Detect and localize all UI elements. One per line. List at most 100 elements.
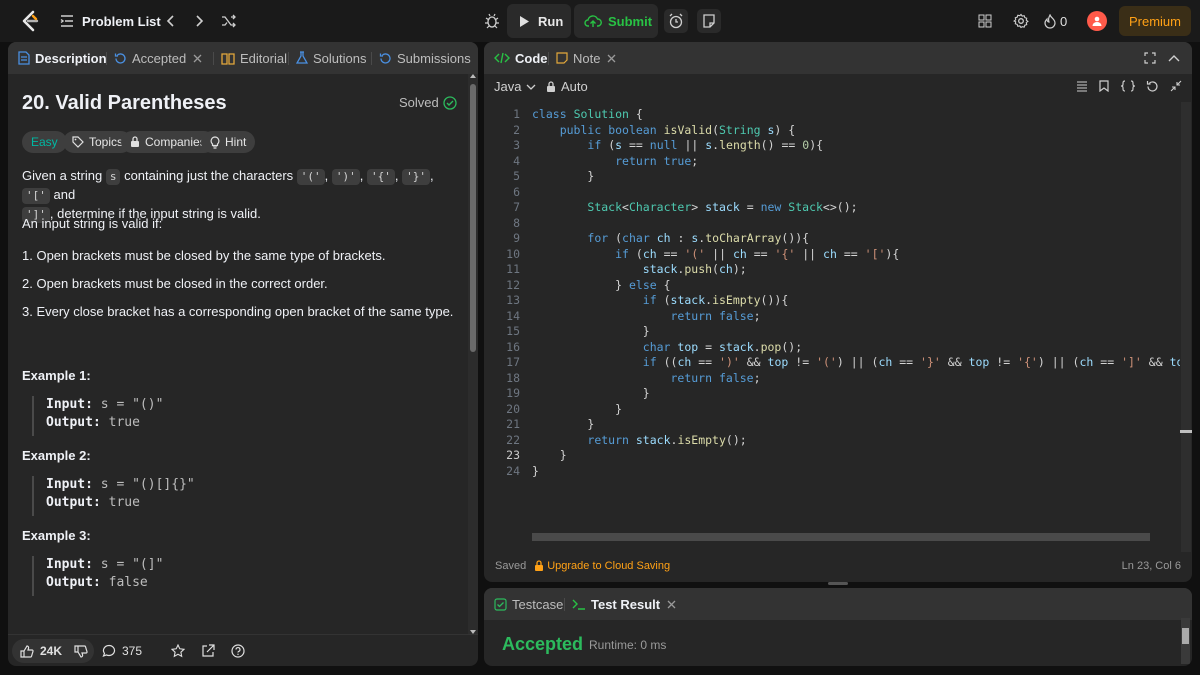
example-block: Input: s = "(]" Output: false — [32, 556, 163, 596]
streak-count: 0 — [1060, 13, 1068, 29]
code-text: return false; — [670, 370, 761, 385]
reset-icon[interactable] — [1144, 78, 1160, 94]
tag-icon — [72, 136, 84, 148]
next-problem-icon[interactable] — [190, 11, 210, 31]
run-button[interactable]: Run — [507, 4, 571, 38]
tab-divider — [288, 52, 289, 65]
code-text: } — [559, 448, 567, 462]
braces-icon[interactable] — [1118, 78, 1138, 94]
flame-icon — [1044, 13, 1056, 29]
output-label: Output: — [46, 575, 101, 590]
code-line[interactable]: 1 class Solution { — [484, 107, 1180, 123]
code-line[interactable]: 18 return false; — [484, 371, 1180, 387]
code-line[interactable]: 12 } else { — [484, 278, 1180, 294]
terminal-icon — [572, 598, 586, 610]
code-line[interactable]: 3 if (s == null || s.length() == 0){ — [484, 138, 1180, 154]
language-select[interactable]: Java — [494, 79, 536, 94]
code-line[interactable]: 21 } — [484, 417, 1180, 433]
description-footer: 24K 375 — [8, 634, 478, 666]
prev-problem-icon[interactable] — [160, 11, 180, 31]
test-result-panel: Testcase Test Result Accepted Runtime: 0… — [484, 588, 1192, 666]
code-line[interactable]: 13 if (stack.isEmpty()){ — [484, 293, 1180, 309]
code-line[interactable]: 8 — [484, 216, 1180, 232]
horizontal-scrollbar[interactable] — [532, 533, 1180, 541]
code-line[interactable]: 5 } — [484, 169, 1180, 185]
problem-list-button[interactable]: Problem List — [60, 12, 161, 30]
scroll-up-icon[interactable] — [470, 74, 476, 78]
mode-label: Auto — [561, 79, 588, 94]
lightbulb-icon — [210, 135, 220, 149]
code-line[interactable]: 22 return stack.isEmpty(); — [484, 433, 1180, 449]
cursor-position: Ln 23, Col 6 — [1121, 560, 1181, 572]
code-line[interactable]: 24} — [484, 464, 1180, 480]
upgrade-cloud-saving-link[interactable]: Upgrade to Cloud Saving — [547, 560, 670, 572]
topics-label: Topics — [89, 135, 124, 149]
settings-gear-icon[interactable] — [1010, 10, 1032, 32]
tab-note[interactable]: Note — [556, 42, 616, 74]
layout-grid-icon[interactable] — [975, 11, 995, 31]
tab-test-result[interactable]: Test Result — [572, 588, 676, 620]
tab-solutions[interactable]: Solutions — [296, 42, 366, 74]
line-number: 7 — [513, 200, 520, 214]
result-scrollbar[interactable] — [1181, 618, 1190, 664]
code-line[interactable]: 17 if ((ch == ')' && top != '(') || (ch … — [484, 355, 1180, 371]
code-line[interactable]: 23 } — [484, 448, 1180, 464]
premium-button[interactable]: Premium — [1119, 6, 1191, 36]
format-lines-icon[interactable] — [1074, 78, 1090, 94]
code-line[interactable]: 16 char top = stack.pop(); — [484, 340, 1180, 356]
auto-mode[interactable]: Auto — [546, 79, 588, 94]
hint-tag[interactable]: Hint — [201, 131, 256, 153]
minimize-arrows-icon[interactable] — [1168, 78, 1184, 94]
input-label: Input: — [46, 477, 93, 492]
tab-submissions[interactable]: Submissions — [379, 42, 471, 74]
user-avatar-icon[interactable] — [1087, 11, 1107, 31]
tab-accepted[interactable]: Accepted — [114, 42, 202, 74]
code-line[interactable]: 11 stack.push(ch); — [484, 262, 1180, 278]
streak-counter[interactable]: 0 — [1044, 11, 1067, 31]
vertical-scrollbar[interactable] — [1180, 102, 1192, 552]
tab-divider — [371, 52, 372, 65]
tab-editorial[interactable]: Editorial — [221, 42, 287, 74]
code-line[interactable]: 7 Stack<Character> stack = new Stack<>()… — [484, 200, 1180, 216]
thumbs-down-icon[interactable] — [74, 644, 88, 658]
panel-resize-handle[interactable] — [828, 582, 848, 585]
maximize-icon[interactable] — [1142, 50, 1158, 66]
code-line[interactable]: 10 if (ch == '(' || ch == '{' || ch == '… — [484, 247, 1180, 263]
close-icon[interactable] — [607, 54, 616, 63]
code-line[interactable]: 19 } — [484, 386, 1180, 402]
submit-button[interactable]: Submit — [574, 4, 658, 38]
scrollbar-thumb[interactable] — [1182, 628, 1189, 644]
tab-code[interactable]: Code — [494, 42, 548, 74]
code-line[interactable]: 6 — [484, 185, 1180, 201]
help-icon[interactable] — [228, 641, 248, 661]
tab-testcase[interactable]: Testcase — [494, 588, 563, 620]
scrollbar-thumb[interactable] — [470, 84, 476, 352]
notes-icon[interactable] — [697, 9, 721, 33]
tab-note-label: Note — [573, 50, 601, 66]
code-chip: '{' — [367, 169, 395, 185]
code-line[interactable]: 2 public boolean isValid(String s) { — [484, 123, 1180, 139]
code-line[interactable]: 9 for (char ch : s.toCharArray()){ — [484, 231, 1180, 247]
collapse-icon[interactable] — [1166, 50, 1182, 66]
close-icon[interactable] — [667, 600, 676, 609]
code-chip: ')' — [331, 169, 360, 185]
code-line[interactable]: 15 } — [484, 324, 1180, 340]
like-button[interactable]: 24K — [12, 639, 94, 663]
code-line[interactable]: 4 return true; — [484, 154, 1180, 170]
shuffle-icon[interactable] — [218, 11, 240, 31]
tab-description[interactable]: Description — [18, 42, 107, 74]
code-line[interactable]: 14 return false; — [484, 309, 1180, 325]
comments-button[interactable]: 375 — [102, 639, 142, 663]
bookmark-icon[interactable] — [1096, 78, 1112, 94]
debug-icon[interactable] — [480, 9, 504, 33]
line-number: 13 — [506, 293, 520, 307]
code-editor[interactable]: 1 class Solution {2 public boolean isVali… — [484, 107, 1180, 517]
scrollbar-thumb[interactable] — [532, 533, 1150, 541]
code-line[interactable]: 20 } — [484, 402, 1180, 418]
close-icon[interactable] — [193, 54, 202, 63]
share-icon[interactable] — [198, 641, 218, 661]
star-icon[interactable] — [168, 641, 188, 661]
description-scrollbar[interactable] — [468, 74, 478, 634]
alarm-clock-icon[interactable] — [664, 9, 688, 33]
leetcode-logo-icon[interactable] — [18, 9, 42, 33]
